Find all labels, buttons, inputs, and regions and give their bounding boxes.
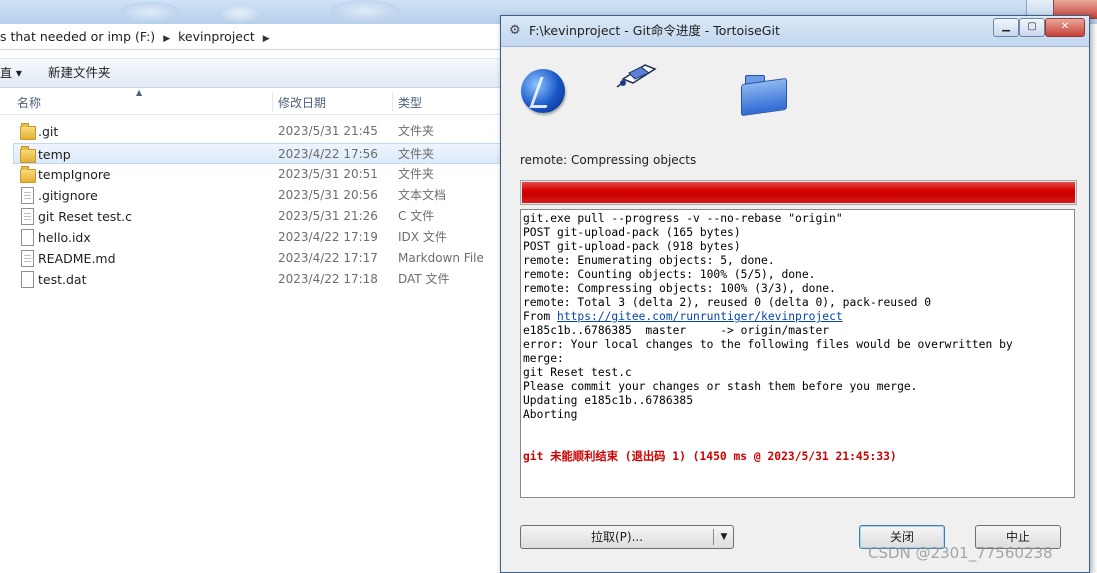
pull-split-button[interactable]: 拉取(P)... ▼ — [520, 525, 734, 549]
breadcrumb-drive[interactable]: s that needed or imp (F:) — [0, 29, 155, 44]
organize-menu-button[interactable]: 直 ▾ — [0, 64, 22, 82]
log-line: merge: — [523, 352, 564, 365]
chevron-right-icon[interactable]: ▶ — [263, 30, 270, 48]
file-name: .gitignore — [38, 188, 98, 203]
folder-icon — [20, 146, 36, 163]
minimize-button[interactable]: ▁ — [993, 18, 1019, 37]
file-type: 文本文档 — [398, 188, 447, 202]
log-text: git.exe pull --progress -v --no-rebase "… — [523, 212, 1068, 422]
file-row[interactable]: temp 2023/4/22 17:56 文件夹 — [13, 143, 501, 164]
file-icon — [20, 271, 34, 288]
file-name: tempIgnore — [38, 167, 111, 182]
file-date: 2023/5/31 21:45 — [278, 124, 378, 138]
file-name: git Reset test.c — [38, 209, 133, 224]
file-date: 2023/4/22 17:18 — [278, 272, 378, 286]
file-name: .git — [38, 124, 59, 139]
log-line: remote: Total 3 (delta 2), reused 0 (del… — [523, 296, 932, 309]
file-name: README.md — [38, 251, 116, 266]
file-row[interactable]: git Reset test.c 2023/5/31 21:26 C 文件 — [14, 206, 500, 227]
text-file-icon — [20, 187, 34, 204]
folder-icon — [20, 166, 36, 183]
file-name: temp — [38, 147, 71, 162]
log-line: Aborting — [523, 408, 578, 421]
globe-icon — [521, 69, 565, 113]
chevron-right-icon[interactable]: ▶ — [163, 30, 170, 48]
folder-icon — [741, 73, 787, 117]
log-line: POST git-upload-pack (918 bytes) — [523, 240, 741, 253]
column-header-date[interactable]: 修改日期 — [278, 94, 326, 112]
watermark-text: CSDN @2301_77560238 — [868, 544, 1053, 562]
file-row[interactable]: .git 2023/5/31 21:45 文件夹 — [14, 121, 500, 142]
folder-icon — [20, 123, 36, 140]
log-line: remote: Counting objects: 100% (5/5), do… — [523, 268, 816, 281]
file-date: 2023/5/31 21:26 — [278, 209, 378, 223]
column-divider[interactable] — [392, 92, 393, 112]
dropdown-arrow-icon[interactable]: ▼ — [717, 526, 731, 548]
dialog-body: remote: Compressing objects git.exe pull… — [507, 47, 1083, 565]
log-from-prefix: From — [523, 310, 558, 323]
desktop-decoration — [120, 2, 180, 22]
dialog-title-bar[interactable]: ⚙ F:\kevinproject - Git命令进度 - TortoiseGi… — [501, 16, 1089, 47]
output-log[interactable]: git.exe pull --progress -v --no-rebase "… — [520, 209, 1075, 498]
file-icon — [20, 229, 34, 246]
sort-ascending-icon: ▲ — [136, 88, 143, 97]
remote-url-link[interactable]: https://gitee.com/runruntiger/kevinproje… — [557, 310, 843, 323]
file-name: hello.idx — [38, 230, 91, 245]
log-line: Updating e185c1b..6786385 — [523, 394, 694, 407]
log-line: git Reset test.c — [523, 366, 632, 379]
file-type: DAT 文件 — [398, 272, 450, 286]
error-summary: git 未能顺利结束 (退出码 1) (1450 ms @ 2023/5/31 … — [523, 450, 897, 463]
file-type: IDX 文件 — [398, 230, 447, 244]
markdown-file-icon — [20, 250, 34, 267]
column-header-type[interactable]: 类型 — [398, 94, 422, 112]
address-bar[interactable]: s that needed or imp (F:) ▶ kevinproject ▶ — [0, 25, 500, 50]
progress-fill — [522, 182, 1075, 203]
file-type: 文件夹 — [398, 124, 435, 138]
log-line: e185c1b..6786385 master -> origin/master — [523, 324, 830, 337]
desktop-decoration — [330, 0, 400, 22]
breadcrumb: s that needed or imp (F:) ▶ kevinproject ▶ — [0, 28, 278, 46]
c-file-icon — [20, 208, 34, 225]
log-line: git.exe pull --progress -v --no-rebase "… — [523, 212, 843, 225]
log-line: error: Your local changes to the followi… — [523, 338, 1013, 351]
log-line: POST git-upload-pack (165 bytes) — [523, 226, 741, 239]
file-date: 2023/4/22 17:56 — [278, 147, 378, 161]
file-type: Markdown File — [398, 251, 484, 265]
column-header-name[interactable]: 名称 — [17, 94, 41, 112]
tortoisegit-icon: ⚙ — [509, 23, 521, 38]
dialog-title: F:\kevinproject - Git命令进度 - TortoiseGit — [529, 23, 780, 38]
file-type: C 文件 — [398, 209, 435, 223]
file-row[interactable]: .gitignore 2023/5/31 20:56 文本文档 — [14, 185, 500, 206]
file-type: 文件夹 — [398, 147, 435, 161]
file-date: 2023/5/31 20:51 — [278, 167, 378, 181]
file-row[interactable]: tempIgnore 2023/5/31 20:51 文件夹 — [14, 164, 500, 185]
close-window-button[interactable]: ✕ — [1045, 18, 1085, 37]
git-progress-dialog: ⚙ F:\kevinproject - Git命令进度 - TortoiseGi… — [500, 15, 1090, 573]
file-date: 2023/4/22 17:17 — [278, 251, 378, 265]
split-divider — [713, 529, 714, 545]
file-date: 2023/5/31 20:56 — [278, 188, 378, 202]
file-row[interactable]: test.dat 2023/4/22 17:18 DAT 文件 — [14, 269, 500, 290]
column-divider[interactable] — [272, 92, 273, 112]
file-list-header: 名称 ▲ 修改日期 类型 — [0, 88, 500, 115]
pull-button-label[interactable]: 拉取(P)... — [521, 526, 713, 548]
progress-bar — [520, 180, 1077, 205]
file-row[interactable]: hello.idx 2023/4/22 17:19 IDX 文件 — [14, 227, 500, 248]
desktop-decoration — [220, 4, 260, 22]
log-line: Please commit your changes or stash them… — [523, 380, 918, 393]
breadcrumb-folder[interactable]: kevinproject — [178, 29, 255, 44]
progress-status-text: remote: Compressing objects — [520, 153, 697, 167]
log-line: remote: Enumerating objects: 5, done. — [523, 254, 775, 267]
file-type: 文件夹 — [398, 167, 435, 181]
file-date: 2023/4/22 17:19 — [278, 230, 378, 244]
file-row[interactable]: README.md 2023/4/22 17:17 Markdown File — [14, 248, 500, 269]
file-name: test.dat — [38, 272, 87, 287]
log-line: remote: Compressing objects: 100% (3/3),… — [523, 282, 836, 295]
new-folder-button[interactable]: 新建文件夹 — [48, 64, 111, 82]
flying-paper-icon — [616, 64, 657, 88]
explorer-toolbar: 直 ▾ 新建文件夹 — [0, 58, 500, 88]
maximize-button[interactable]: ▢ — [1019, 18, 1045, 37]
